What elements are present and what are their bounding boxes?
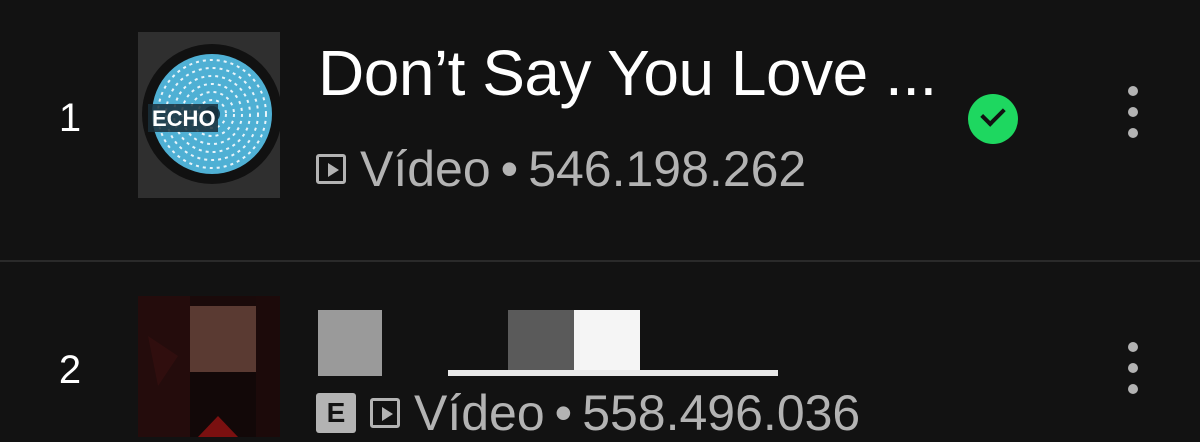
track-title-redacted <box>318 310 778 386</box>
track-title: Don’t Say You Love ... <box>318 37 937 109</box>
thumbnail-art: ECHO <box>138 32 280 198</box>
track-meta: Vídeo • 546.198.262 <box>316 140 806 198</box>
track-thumbnail[interactable] <box>138 296 280 437</box>
track-row[interactable]: 1 ECHO Don’t Say You Love ... Vídeo • 54… <box>0 0 1200 260</box>
downloaded-check-icon <box>968 94 1018 144</box>
meta-separator: • <box>554 385 573 441</box>
thumbnail-art <box>138 296 280 437</box>
track-rank: 1 <box>58 96 82 140</box>
track-type: Vídeo <box>360 141 491 197</box>
more-options-icon[interactable] <box>1122 86 1144 152</box>
explicit-badge: E <box>316 393 356 433</box>
video-icon <box>316 154 346 184</box>
meta-separator: • <box>500 141 519 197</box>
video-icon <box>370 398 400 428</box>
track-rank: 2 <box>58 348 82 392</box>
track-plays: 558.496.036 <box>582 385 861 441</box>
thumbnail-logo-text: ECHO <box>152 106 216 131</box>
track-thumbnail[interactable]: ECHO <box>138 32 280 198</box>
track-plays: 546.198.262 <box>528 141 807 197</box>
track-list: 1 ECHO Don’t Say You Love ... Vídeo • 54… <box>0 0 1200 441</box>
track-row[interactable]: 2 E Vídeo • 558.496.036 <box>0 262 1200 441</box>
more-options-icon[interactable] <box>1122 342 1144 408</box>
track-type: Vídeo <box>414 385 545 441</box>
track-meta: E Vídeo • 558.496.036 <box>316 384 860 442</box>
